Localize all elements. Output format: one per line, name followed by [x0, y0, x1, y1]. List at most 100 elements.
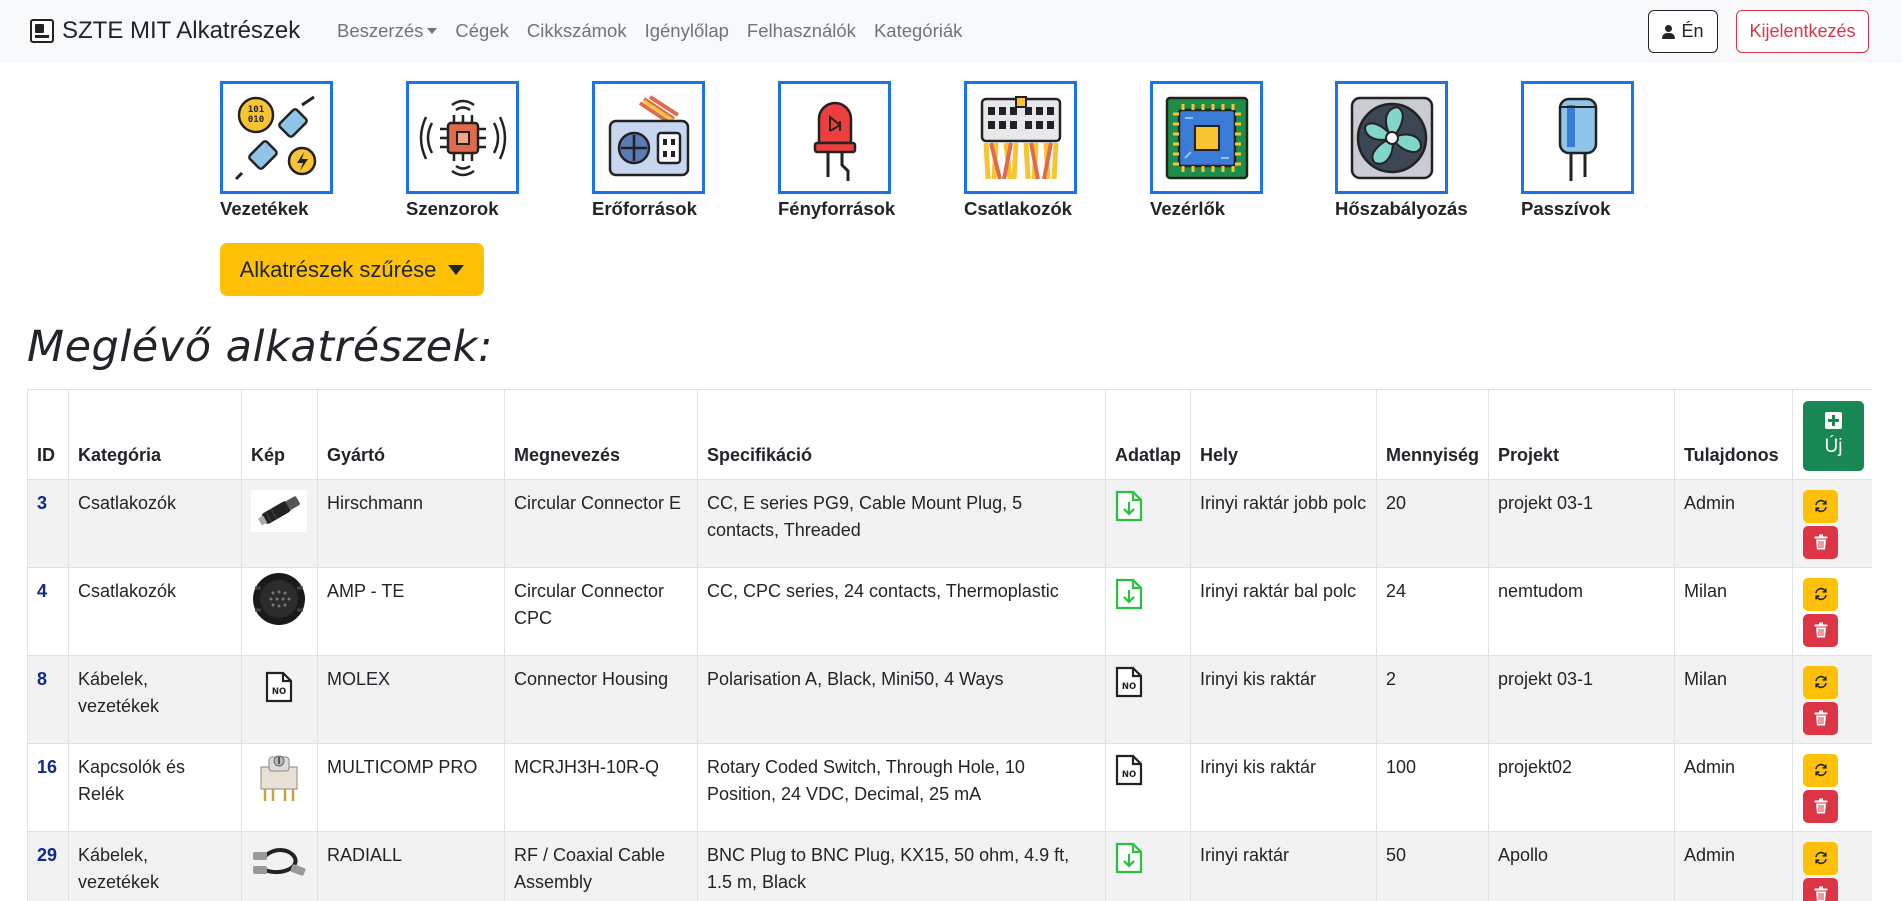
cell-kategoria: Kapcsolók és Relék [68, 743, 242, 832]
cell-projekt: projekt02 [1488, 743, 1675, 832]
edit-button[interactable] [1803, 753, 1838, 787]
nav-felhasznalok[interactable]: Felhasználók [738, 20, 865, 42]
cell-mennyiseg: 2 [1376, 655, 1489, 744]
edit-button[interactable] [1803, 841, 1838, 875]
category-tile-szenzorok[interactable]: Szenzorok [406, 81, 546, 220]
nav-beszerzes-dropdown[interactable]: Beszerzés [328, 20, 446, 42]
svg-text:NO: NO [1122, 682, 1136, 692]
category-tile-fenyforrasok[interactable]: Fényforrások [778, 81, 918, 220]
capacitor-icon [1521, 81, 1634, 194]
filter-parts-button[interactable]: Alkatrészek szűrése [220, 243, 484, 296]
nav-kategoriak[interactable]: Kategóriák [865, 20, 971, 42]
cell-specifikacio: BNC Plug to BNC Plug, KX15, 50 ohm, 4.9 … [697, 831, 1106, 901]
cell-kep [241, 743, 318, 832]
brand-text: SZTE MIT Alkatrészek [62, 17, 301, 44]
profile-button[interactable]: Én [1648, 10, 1718, 53]
user-icon [1662, 24, 1676, 39]
cell-id[interactable]: 3 [27, 479, 69, 568]
cell-actions [1792, 567, 1872, 656]
cell-kategoria: Csatlakozók [68, 479, 242, 568]
cell-mennyiseg: 20 [1376, 479, 1489, 568]
category-tile-vezetekek[interactable]: 101 010 Vezetékek [220, 81, 360, 220]
cell-kategoria: Kábelek, vezetékek [68, 655, 242, 744]
refresh-icon [1814, 763, 1827, 777]
delete-button[interactable] [1803, 525, 1838, 559]
category-label: Csatlakozók [964, 198, 1072, 219]
no-datasheet-icon[interactable]: NO [1115, 666, 1181, 706]
cable-icon: 101 010 [220, 81, 333, 194]
cell-hely: Irinyi kis raktár [1190, 743, 1377, 832]
cell-gyarto: MOLEX [317, 655, 505, 744]
cell-projekt: Apollo [1488, 831, 1675, 901]
nav-cegek[interactable]: Cégek [446, 20, 517, 42]
cell-actions [1792, 743, 1872, 832]
part-image[interactable] [251, 842, 307, 884]
table-header-row: ID Kategória Kép Gyártó Megnevezés Speci… [27, 390, 1872, 480]
table-row: 8 Kábelek, vezetékek NO MOLEX Connector … [27, 655, 1872, 744]
category-tile-eroforrasok[interactable]: Erőforrások [592, 81, 732, 220]
svg-text:010: 010 [247, 115, 263, 125]
trash-icon [1814, 622, 1827, 638]
header-gyarto: Gyártó [317, 390, 505, 480]
caret-down-icon [448, 264, 465, 275]
power-supply-icon [592, 81, 705, 194]
new-part-button[interactable]: Új [1803, 400, 1864, 471]
nav-cikkszamok[interactable]: Cikkszámok [518, 20, 636, 42]
header-id: ID [27, 390, 69, 480]
cell-kep [241, 567, 318, 656]
category-label: Fényforrások [778, 198, 896, 219]
delete-button[interactable] [1803, 701, 1838, 735]
no-image-icon[interactable]: NO [251, 666, 307, 708]
connector-icon [964, 81, 1077, 194]
brand-link[interactable]: SZTE MIT Alkatrészek [30, 17, 300, 45]
cell-specifikacio: CC, E series PG9, Cable Mount Plug, 5 co… [697, 479, 1106, 568]
cell-id[interactable]: 4 [27, 567, 69, 656]
cell-id[interactable]: 29 [27, 831, 69, 901]
refresh-icon [1814, 851, 1827, 865]
microcontroller-icon [1150, 81, 1263, 194]
cell-mennyiseg: 100 [1376, 743, 1489, 832]
trash-icon [1814, 798, 1827, 814]
category-tile-hoszabalyozas[interactable]: Hőszabályozás [1335, 81, 1475, 220]
refresh-icon [1814, 587, 1827, 601]
edit-button[interactable] [1803, 489, 1838, 523]
cell-adatlap [1105, 831, 1191, 901]
delete-button[interactable] [1803, 613, 1838, 647]
table-row: 4 Csatlakozók AMP - TE Circular Connecto… [27, 567, 1872, 656]
logout-button[interactable]: Kijelentkezés [1736, 10, 1869, 53]
trash-icon [1814, 886, 1827, 901]
cell-gyarto: AMP - TE [317, 567, 505, 656]
parts-table: ID Kategória Kép Gyártó Megnevezés Speci… [27, 390, 1872, 901]
header-actions: Új [1792, 390, 1872, 480]
table-row: 29 Kábelek, vezetékek RADIALL RF / Coaxi… [27, 831, 1872, 901]
category-tile-vezerlok[interactable]: Vezérlők [1150, 81, 1290, 220]
nav-igenylolap[interactable]: Igénylőlap [636, 20, 738, 42]
part-image[interactable] [251, 489, 307, 532]
cell-adatlap: NO [1105, 655, 1191, 744]
cell-id[interactable]: 16 [27, 743, 69, 832]
category-tile-passzivok[interactable]: Passzívok [1521, 81, 1661, 220]
cell-mennyiseg: 24 [1376, 567, 1489, 656]
part-image[interactable] [251, 572, 307, 625]
cell-tulajdonos: Milan [1674, 567, 1793, 656]
svg-text:NO: NO [1122, 770, 1136, 780]
no-datasheet-icon[interactable]: NO [1115, 754, 1181, 794]
edit-button[interactable] [1803, 665, 1838, 699]
cell-hely: Irinyi kis raktár [1190, 655, 1377, 744]
delete-button[interactable] [1803, 877, 1838, 901]
category-label: Passzívok [1521, 198, 1611, 219]
cell-projekt: nemtudom [1488, 567, 1675, 656]
cell-gyarto: RADIALL [317, 831, 505, 901]
part-image[interactable] [251, 754, 307, 801]
datasheet-download-icon[interactable] [1115, 490, 1181, 530]
datasheet-download-icon[interactable] [1115, 578, 1181, 618]
category-tile-csatlakozok[interactable]: Csatlakozók [964, 81, 1104, 220]
edit-button[interactable] [1803, 577, 1838, 611]
nav-links: Beszerzés Cégek Cikkszámok Igénylőlap Fe… [328, 20, 971, 42]
datasheet-download-icon[interactable] [1115, 842, 1181, 882]
brand-icon [30, 19, 54, 43]
cell-tulajdonos: Admin [1674, 831, 1793, 901]
delete-button[interactable] [1803, 789, 1838, 823]
plus-square-icon [1825, 411, 1842, 429]
cell-id[interactable]: 8 [27, 655, 69, 744]
